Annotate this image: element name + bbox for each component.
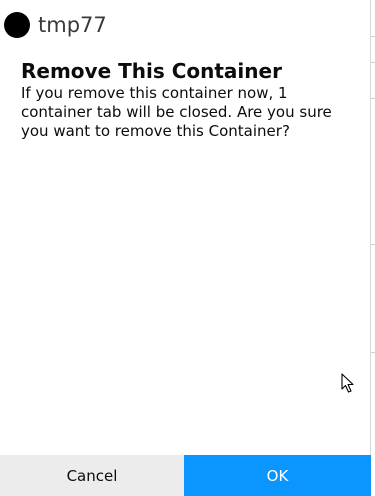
circle-icon	[4, 12, 30, 38]
dialog-title: Remove This Container	[21, 59, 282, 83]
cancel-button[interactable]: Cancel	[0, 455, 184, 496]
container-header: tmp77	[4, 12, 107, 38]
dialog-content: Remove This Container If you remove this…	[21, 58, 353, 141]
dialog-footer: Cancel OK	[0, 455, 371, 496]
container-remove-panel: tmp77 Remove This Container If you remov…	[0, 0, 375, 496]
ok-button[interactable]: OK	[184, 455, 371, 496]
dialog-message: If you remove this container now, 1 cont…	[21, 84, 332, 140]
mouse-pointer-icon	[341, 373, 354, 393]
container-name: tmp77	[38, 13, 107, 37]
panel-edge	[370, 0, 375, 496]
